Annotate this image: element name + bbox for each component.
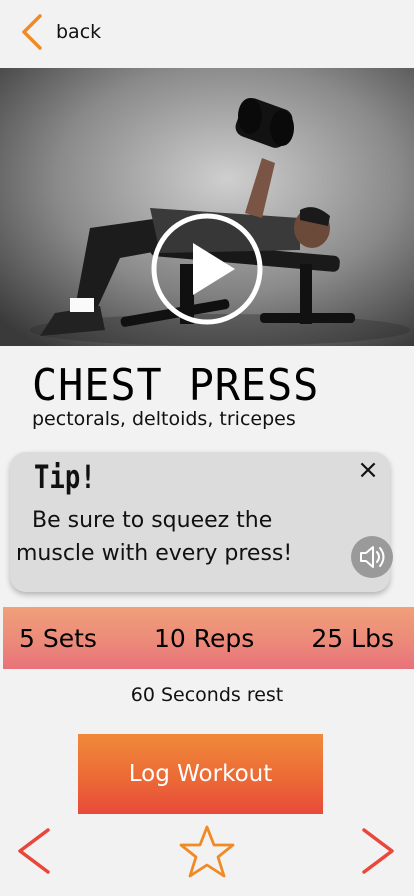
reps-count: 10 Reps <box>154 623 255 653</box>
tip-text-line: muscle with every press! <box>16 541 293 566</box>
exercise-video-thumbnail[interactable] <box>0 68 414 346</box>
weight-value: 25 Lbs <box>311 623 394 653</box>
back-button[interactable]: back <box>20 12 101 52</box>
tip-title: Tip! <box>34 458 96 496</box>
speaker-button[interactable] <box>351 536 393 578</box>
play-icon[interactable] <box>151 213 263 325</box>
star-icon[interactable] <box>178 824 236 880</box>
rest-duration: 60 Seconds rest <box>130 684 284 706</box>
exercise-title: CHEST PRESS <box>32 360 320 411</box>
close-icon[interactable]: × <box>354 456 382 484</box>
next-arrow-icon[interactable] <box>358 826 398 876</box>
back-label: back <box>56 21 102 43</box>
tip-text: Be sure to squeez the muscle with every … <box>16 504 336 570</box>
sets-count: 5 Sets <box>19 623 97 653</box>
muscle-groups: pectorals, deltoids, tricepes <box>32 408 296 430</box>
workout-stats-bar: 5 Sets 10 Reps 25 Lbs <box>3 607 414 669</box>
chevron-left-icon <box>22 14 42 50</box>
speaker-icon <box>360 546 385 568</box>
tip-text-line: Be sure to squeez the <box>32 508 273 533</box>
previous-arrow-icon[interactable] <box>14 826 54 876</box>
tip-card: Tip! × Be sure to squeez the muscle with… <box>10 452 393 592</box>
log-workout-button[interactable]: Log Workout <box>78 734 323 814</box>
